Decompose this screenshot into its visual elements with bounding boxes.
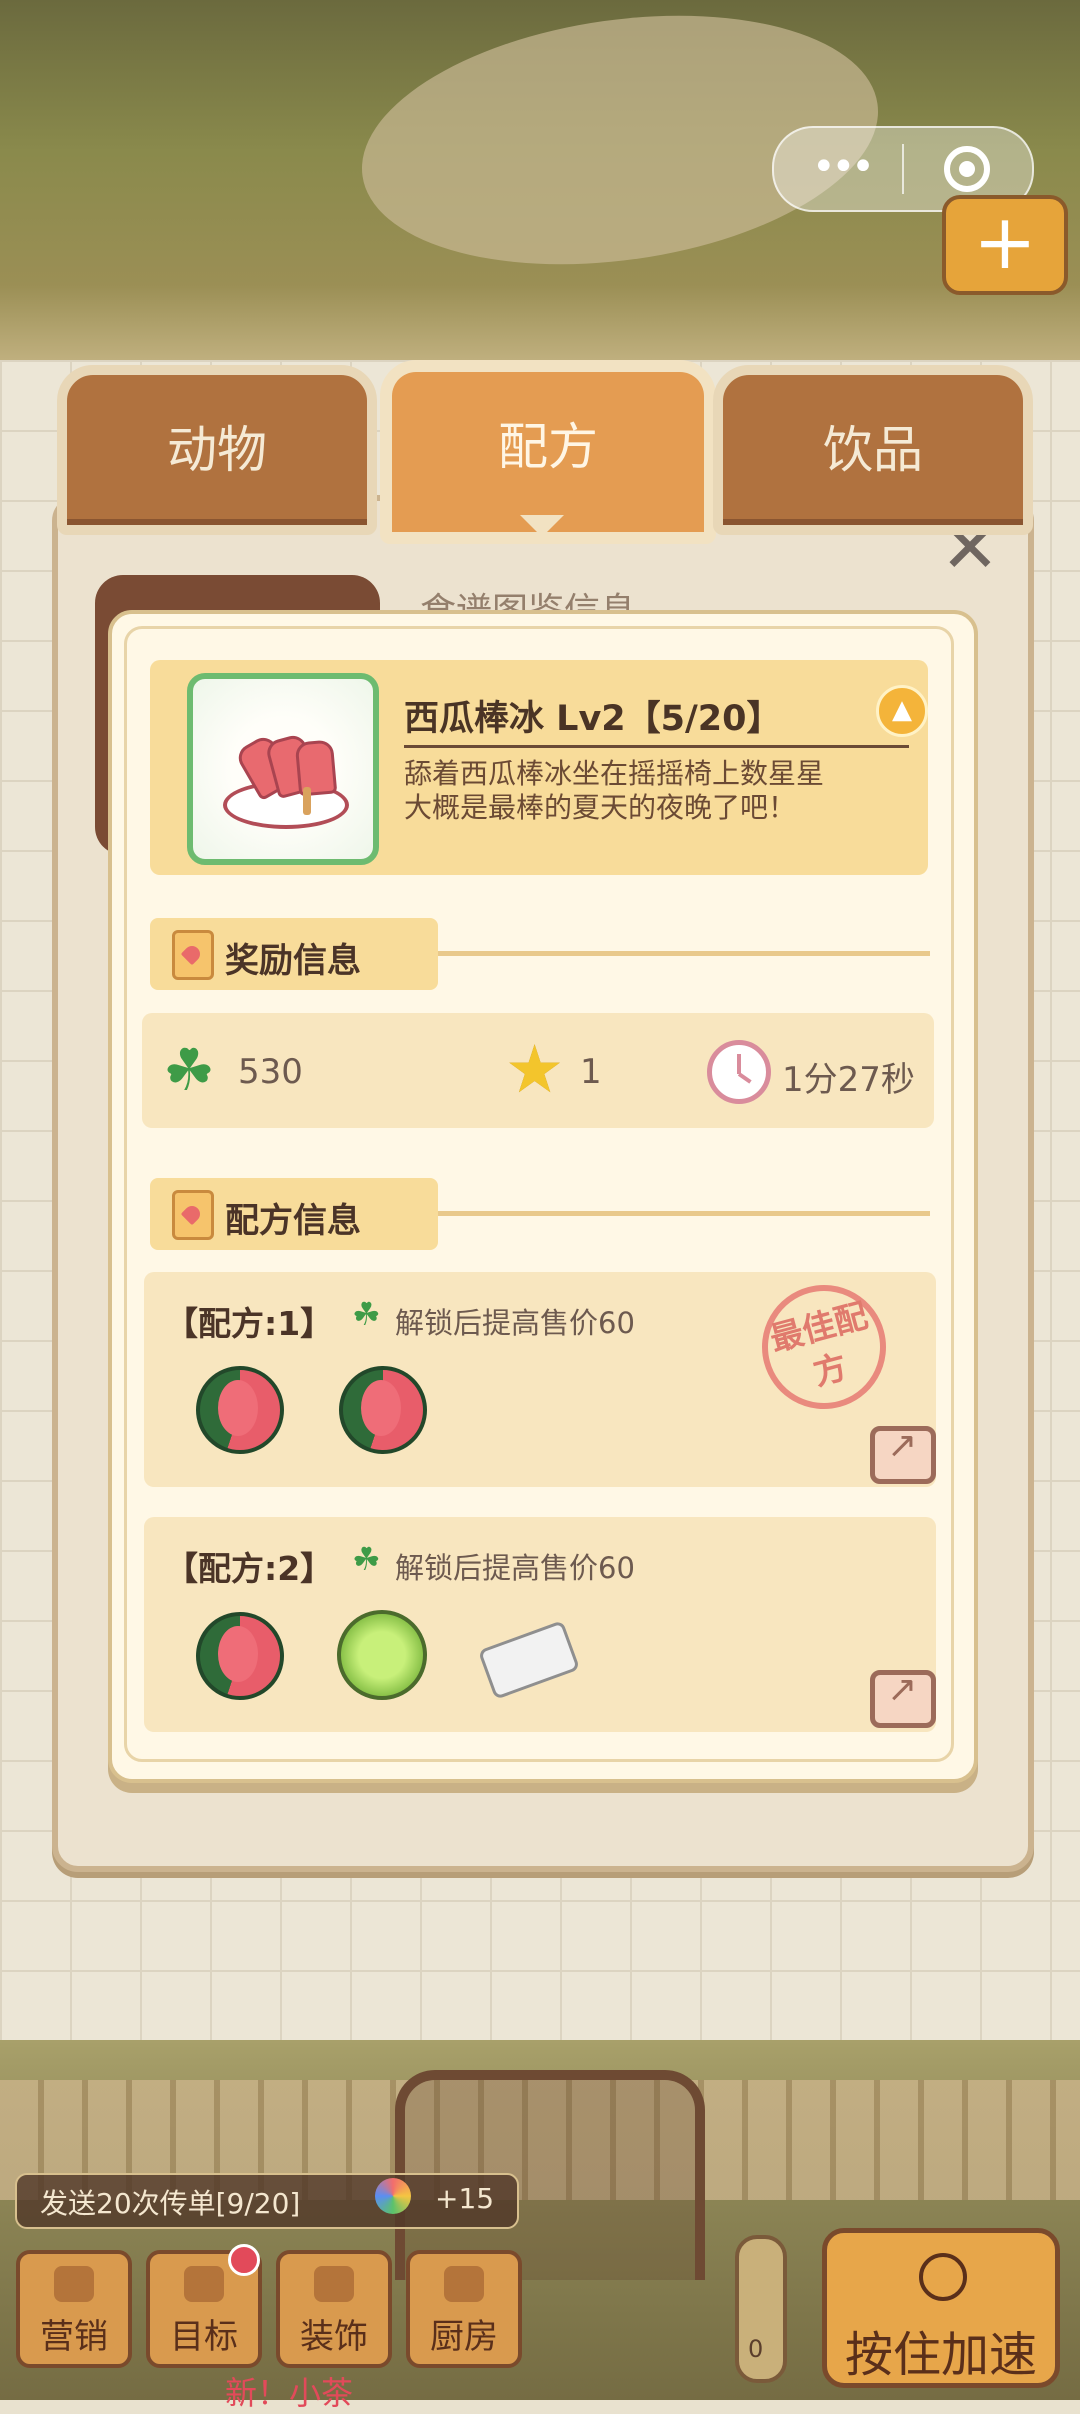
active-tab-pointer bbox=[520, 515, 564, 537]
add-button[interactable]: + bbox=[942, 195, 1068, 295]
recipe-label: 【配方:2】 bbox=[165, 1549, 334, 1588]
task-reward: +15 bbox=[435, 2182, 495, 2215]
reward-section-divider bbox=[438, 951, 930, 956]
notification-badge bbox=[228, 2244, 260, 2276]
share-icon[interactable] bbox=[870, 1425, 936, 1484]
marketing-button[interactable]: 营销 bbox=[16, 2250, 132, 2368]
item-description-line: 舔着西瓜棒冰坐在摇摇椅上数星星 bbox=[404, 757, 825, 790]
star-reward-value: 1 bbox=[580, 1052, 602, 1092]
clover-reward-value: 530 bbox=[238, 1052, 303, 1092]
watermelon-icon bbox=[339, 1366, 427, 1454]
play-icon bbox=[919, 2253, 967, 2301]
time-reward-value: 1分27秒 bbox=[782, 1060, 915, 1100]
watermelon-icon bbox=[196, 1612, 284, 1700]
target-icon bbox=[184, 2266, 224, 2302]
recipe-section-title: 配方信息 bbox=[225, 1201, 361, 1241]
task-text: 发送20次传单[9/20] bbox=[40, 2187, 301, 2220]
recipe-note: 解锁后提高售价60 bbox=[395, 1551, 635, 1585]
button-label: 装饰 bbox=[300, 2317, 368, 2357]
lime-icon bbox=[337, 1610, 427, 1700]
popsicle-stick bbox=[303, 787, 311, 815]
item-description: 舔着西瓜棒冰坐在摇摇椅上数星星 大概是最棒的夏天的夜晚了吧！ bbox=[404, 757, 904, 825]
clipboard-heart-icon bbox=[172, 1190, 214, 1240]
star-icon: ★ bbox=[505, 1031, 565, 1108]
popsicle-shape bbox=[294, 739, 338, 797]
share-icon[interactable] bbox=[870, 1669, 936, 1728]
recipe-note: 解锁后提高售价60 bbox=[395, 1306, 635, 1340]
button-label: 目标 bbox=[170, 2317, 238, 2357]
hold-to-speed-button[interactable]: 按住加速 bbox=[822, 2228, 1060, 2388]
watermelon-popsicle-icon bbox=[187, 673, 379, 865]
clover-icon: ☘ bbox=[352, 1295, 381, 1333]
kitchen-button[interactable]: 厨房 bbox=[406, 2250, 522, 2368]
pot-icon bbox=[444, 2266, 484, 2302]
watermelon-icon bbox=[196, 1366, 284, 1454]
decoration-button[interactable]: 装饰 bbox=[276, 2250, 392, 2368]
tab-drinks[interactable]: 饮品 bbox=[713, 365, 1033, 535]
capsule-divider bbox=[902, 144, 904, 194]
target-circle-icon[interactable] bbox=[944, 146, 990, 192]
button-label: 厨房 bbox=[430, 2317, 498, 2357]
item-name: 西瓜棒冰 Lv2【5/20】 bbox=[404, 699, 782, 739]
clover-icon: ☘ bbox=[163, 1036, 215, 1104]
tab-animals[interactable]: 动物 bbox=[57, 365, 377, 535]
item-divider bbox=[404, 745, 909, 748]
recipe-label: 【配方:1】 bbox=[165, 1304, 334, 1343]
new-item-label: 新！小茶 bbox=[225, 2374, 354, 2412]
more-dots-icon[interactable]: ••• bbox=[812, 147, 875, 187]
reward-section-title: 奖励信息 bbox=[225, 941, 361, 981]
thermometer-value: 0 bbox=[748, 2335, 764, 2363]
clock-icon bbox=[707, 1040, 771, 1104]
clipboard-heart-icon bbox=[172, 930, 214, 980]
button-label: 营销 bbox=[40, 2317, 108, 2357]
clover-icon: ☘ bbox=[352, 1540, 381, 1578]
hammer-icon bbox=[314, 2266, 354, 2302]
megaphone-icon bbox=[54, 2266, 94, 2302]
speed-label: 按住加速 bbox=[844, 2327, 1037, 2383]
upgrade-arrow-icon[interactable]: ▲ bbox=[876, 685, 928, 737]
candy-icon bbox=[375, 2178, 411, 2214]
recipe-section-divider bbox=[438, 1211, 930, 1216]
item-description-line: 大概是最棒的夏天的夜晚了吧！ bbox=[404, 791, 797, 824]
